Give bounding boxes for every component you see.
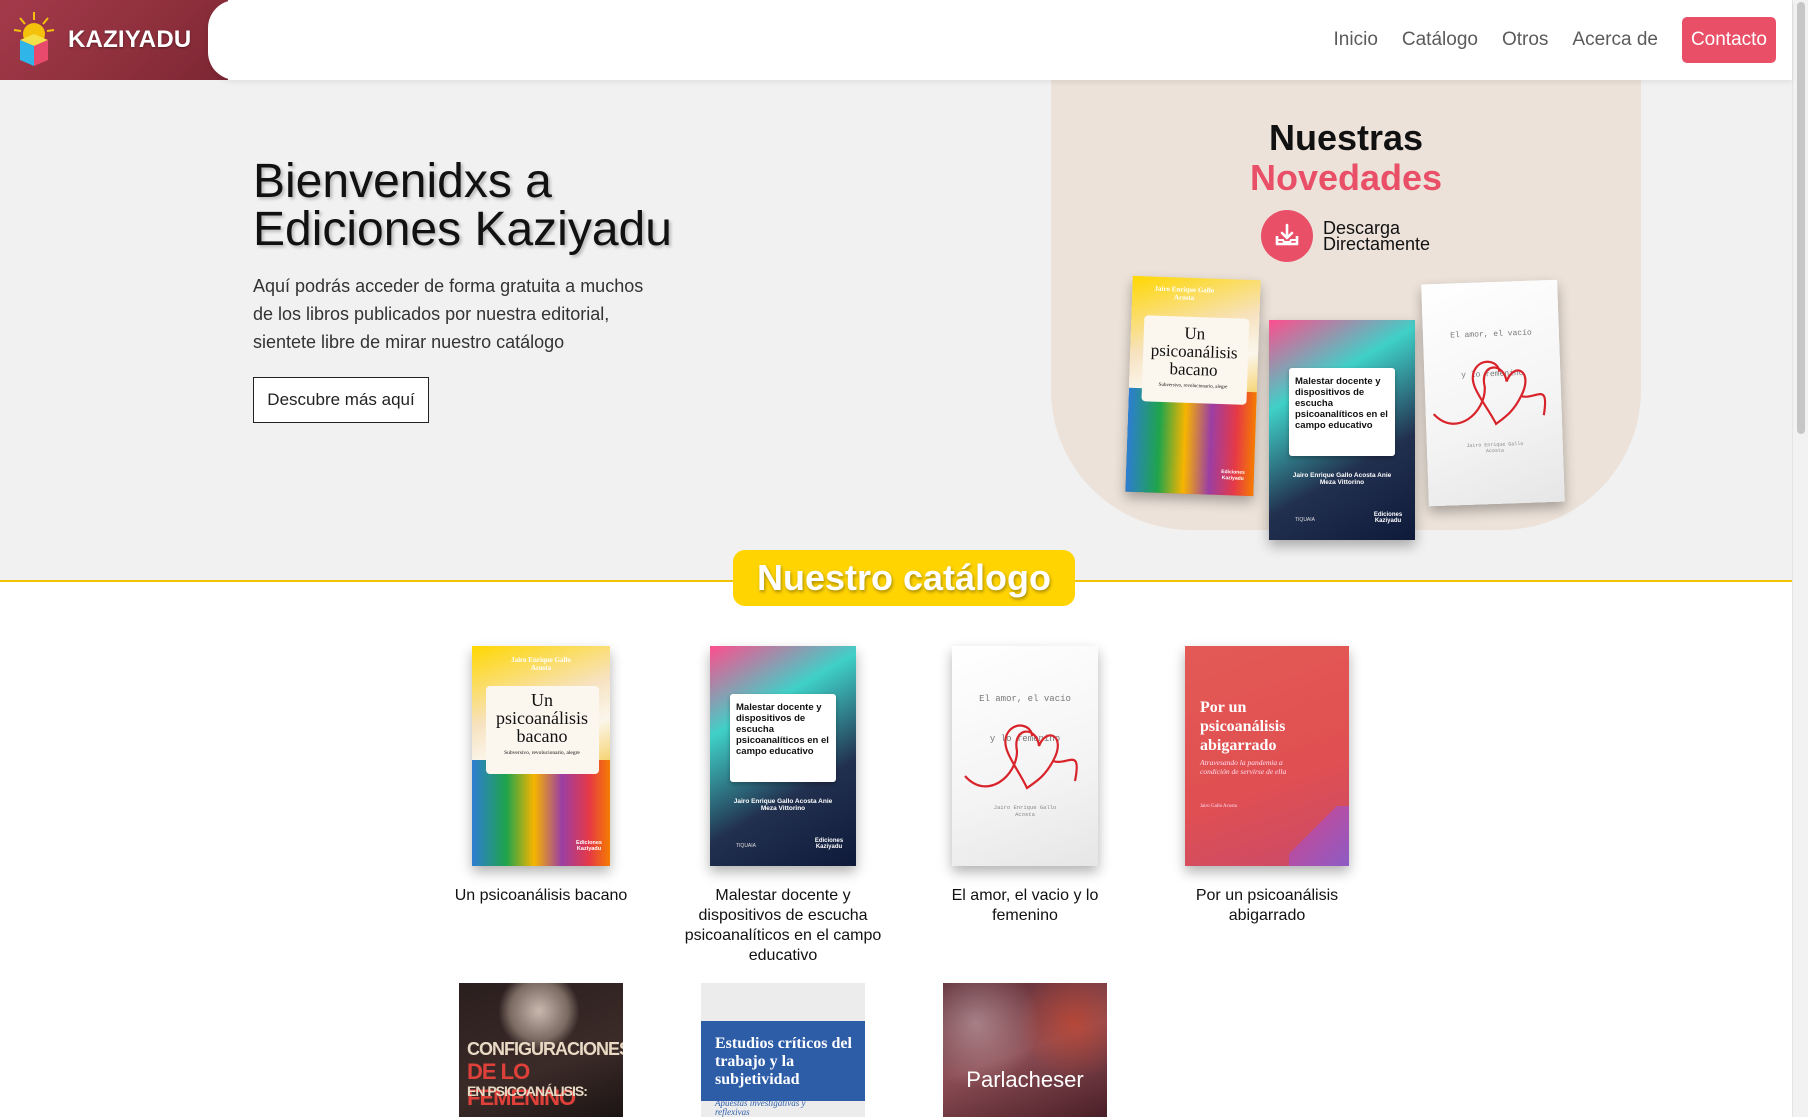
- cover-authors: Jairo Enrique Gallo Acosta Anie Meza Vit…: [1292, 472, 1392, 486]
- nav-item-acerca-de[interactable]: Acerca de: [1572, 29, 1658, 51]
- cover-publisher: Ediciones Kaziyadu: [576, 840, 602, 852]
- nav-item-inicio[interactable]: Inicio: [1334, 29, 1378, 51]
- cover-subtitle: Atravesando la pandemia a condición de s…: [1200, 758, 1287, 776]
- direct-download-link[interactable]: Descarga Directamente: [1261, 210, 1430, 262]
- book-cover-el-amor[interactable]: El amor, el vacío y lo femenino Jairo En…: [952, 646, 1098, 866]
- book-cover-psicoanalisis-bacano[interactable]: Jairo Enrique Gallo Acosta Un psicoanáli…: [472, 646, 610, 866]
- novedades-title-line2: Novedades: [1249, 157, 1443, 198]
- main-nav: Inicio Catálogo Otros Acerca de Contacto: [1310, 0, 1776, 80]
- cover-author: Jairo Enrique Gallo Acosta: [993, 804, 1057, 818]
- novedad-cover-el-amor[interactable]: El amor, el vacío y lo femenino Jairo En…: [1421, 279, 1565, 507]
- cover-title-line3: bacano: [1169, 359, 1218, 380]
- cover-title: Por un psicoanálisis abigarrado: [1200, 699, 1286, 754]
- hero-section: Bienvenidxs a Ediciones Kaziyadu Aquí po…: [0, 80, 1792, 580]
- book-cover-por-un-psicoanalisis[interactable]: Por un psicoanálisis abigarrado Atravesa…: [1185, 646, 1349, 866]
- cover-imprint: TIQUAIA: [1294, 517, 1315, 523]
- hero-subtitle: Aquí podrás acceder de forma gratuita a …: [253, 276, 644, 352]
- contact-button[interactable]: Contacto: [1681, 17, 1776, 63]
- scrollbar-thumb[interactable]: [1797, 2, 1805, 434]
- cover-title: Malestar docente y dispositivos de escuc…: [1295, 376, 1388, 431]
- cover-author: Jairo Enrique Gallo Acosta: [1154, 284, 1215, 302]
- download-tray-icon: [1261, 210, 1313, 262]
- cover-publisher: Ediciones Kaziyadu: [1373, 512, 1403, 524]
- hero-title-line1: Bienvenidxs a: [253, 155, 552, 208]
- page-scrollbar[interactable]: [1792, 0, 1808, 1117]
- logo[interactable]: KAZIYADU: [0, 0, 228, 80]
- cover-title: Parlacheser: [966, 1067, 1084, 1092]
- cover-author: Jairo Gallo Acosta: [1200, 804, 1237, 809]
- book-cover-estudios-criticos[interactable]: Estudios críticos del trabajo y la subje…: [701, 983, 865, 1117]
- cover-line1: El amor, el vacío: [1450, 328, 1532, 341]
- kaziyadu-logo-icon: [13, 12, 55, 66]
- catalog-title: Nuestro catálogo: [733, 550, 1075, 606]
- cover-line1: CONFIGURACIONES: [467, 1039, 623, 1059]
- cover-publisher: Ediciones Kaziyadu: [1221, 469, 1245, 482]
- brand-name: KAZIYADU: [68, 26, 192, 53]
- cover-subtitle: Subversivo, revolucionario, alegre: [504, 750, 580, 756]
- cover-publisher: Ediciones Kaziyadu: [814, 838, 844, 850]
- cover-line1: El amor, el vacío: [979, 694, 1071, 704]
- site-header: KAZIYADU Inicio Catálogo Otros Acerca de…: [0, 0, 1792, 80]
- book-title-el-amor[interactable]: El amor, el vacio y lo femenino: [925, 886, 1125, 926]
- download-label: Descarga Directamente: [1323, 219, 1431, 254]
- cover-author: Jairo Enrique Gallo Acosta: [1466, 440, 1524, 455]
- novedades-panel: Nuestras Novedades Descarga Directamente…: [1051, 80, 1641, 540]
- novedades-title: Nuestras Novedades: [1051, 118, 1641, 198]
- cover-authors: Jairo Enrique Gallo Acosta Anie Meza Vit…: [733, 798, 833, 812]
- book-cover-parlacheser[interactable]: Parlacheser: [943, 983, 1107, 1117]
- cover-title: Malestar docente y dispositivos de escuc…: [736, 702, 829, 757]
- discover-more-button[interactable]: Descubre más aquí: [253, 377, 429, 423]
- download-label-line2: Directamente: [1323, 234, 1431, 254]
- cover-title-line3: bacano: [516, 726, 568, 746]
- book-title-psicoanalisis-bacano[interactable]: Un psicoanálisis bacano: [441, 886, 641, 906]
- novedad-cover-psicoanalisis-bacano[interactable]: Jairo Enrique Gallo Acosta Un psicoanáli…: [1125, 275, 1261, 497]
- hero-title: Bienvenidxs a Ediciones Kaziyadu: [253, 158, 672, 254]
- book-cover-malestar-docente[interactable]: Malestar docente y dispositivos de escuc…: [710, 646, 856, 866]
- nav-item-catalogo[interactable]: Catálogo: [1402, 29, 1478, 51]
- cover-art: [1289, 806, 1349, 866]
- cover-line3: EN PSICOANÁLISIS:: [467, 1083, 588, 1099]
- novedades-title-line1: Nuestras: [1268, 117, 1424, 158]
- book-title-por-un-psicoanalisis[interactable]: Por un psicoanálisis abigarrado: [1167, 886, 1367, 926]
- cover-imprint: TIQUAIA: [735, 843, 756, 849]
- heart-ribbon-icon: [1432, 360, 1547, 426]
- heart-ribbon-icon: [964, 724, 1078, 790]
- cover-art: [943, 983, 1107, 1117]
- cover-author: Jairo Enrique Gallo Acosta: [511, 656, 571, 672]
- book-cover-configuraciones[interactable]: CONFIGURACIONES DE LO FEMENINO EN PSICOA…: [459, 983, 623, 1117]
- hero-title-line2: Ediciones Kaziyadu: [253, 203, 672, 256]
- book-title-malestar-docente[interactable]: Malestar docente y dispositivos de escuc…: [683, 886, 883, 966]
- nav-bar: Inicio Catálogo Otros Acerca de Contacto: [208, 0, 1792, 80]
- novedad-cover-malestar-docente[interactable]: Malestar docente y dispositivos de escuc…: [1269, 320, 1415, 540]
- cover-subtitle: Apuestas investigativas y reflexivas: [715, 1098, 806, 1117]
- nav-item-otros[interactable]: Otros: [1502, 29, 1548, 51]
- cover-title: Estudios críticos del trabajo y la subje…: [715, 1035, 852, 1088]
